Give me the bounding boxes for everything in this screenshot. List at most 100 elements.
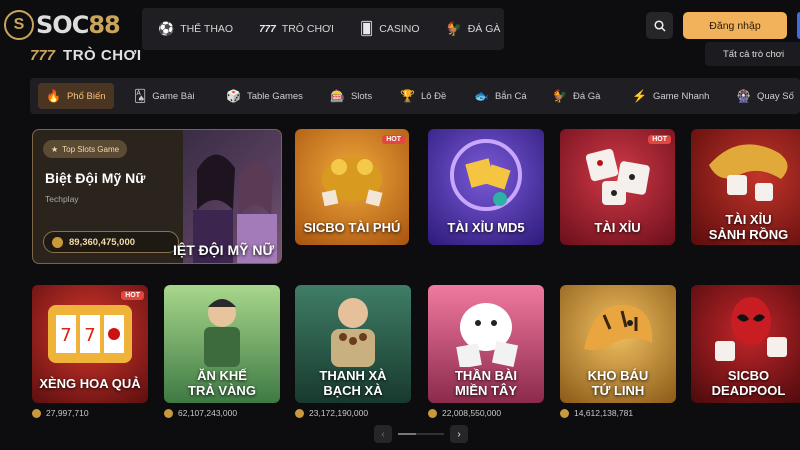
featured-jackpot: 89,360,475,000 [43,231,179,253]
brand-logo[interactable]: S SOC88 [4,10,121,40]
nav-item-tro-choi[interactable]: 777 TRÒ CHƠI [259,23,334,35]
coin-icon [52,236,63,248]
tab-lo-de[interactable]: 🏆 Lô Đề [392,83,454,109]
tab-label: Table Games [246,90,303,102]
game-title-line1: ĂN KHẾ [197,368,247,383]
table-icon: 🎲 [226,89,241,103]
featured-game-provider: Techplay [45,194,79,204]
jackpot-value: 22,008,550,000 [442,408,502,418]
game-title: TÀI XỈU [594,220,641,235]
fish-icon: 🐟 [474,89,489,103]
tab-label: Lô Đề [420,90,447,102]
search-icon [653,19,666,32]
jackpot-row: 62,107,243,000 [164,408,237,418]
wheel-icon: 🎡 [736,89,751,103]
tab-label: Slots [350,90,373,102]
tab-pho-bien[interactable]: 🔥 Phổ Biến [38,83,114,109]
coin-icon [560,408,569,418]
flame-icon: 🔥 [46,89,61,103]
game-title-line1: TÀI XỈU [725,212,772,227]
game-title-line1: THẦN BÀI [454,368,518,383]
svg-text:7: 7 [60,325,71,346]
game-title-line2: SẢNH RỒNG [708,227,789,242]
logo-emblem-icon: S [4,10,34,40]
nav-item-da-ga[interactable]: 🐓 ĐÁ GÀ [446,21,501,37]
game-title-line1: KHO BÁU [587,368,649,383]
tab-quay-so[interactable]: 🎡 Quay Số [728,83,800,109]
tab-slots[interactable]: 🎰 Slots [322,83,380,109]
cards-icon: 🂡 [134,89,147,103]
pager-progress-fill [398,433,417,435]
tiger-art [584,304,653,351]
rooster-icon: 🐓 [552,89,567,103]
slot-machine-art: 7 7 [48,305,132,363]
nav-item-casino[interactable]: 🂠 CASINO [360,21,420,37]
category-tabs: 🔥 Phổ Biến 🂡 Game Bài 🎲 Table Games 🎰 Sl… [30,78,800,114]
prev-page-button[interactable]: ‹ [374,425,392,443]
all-games-button[interactable]: Tất cả trò chơi [705,42,800,66]
tab-label: Phổ Biến [66,90,106,102]
tab-label: Game Bài [152,90,195,102]
tab-ban-ca[interactable]: 🐟 Bắn Cá [466,83,535,109]
featured-game-card[interactable]: ★ Top Slots Game Biệt Đội Mỹ Nữ Techplay… [32,129,282,264]
game-card-an-khe-tra-vang[interactable]: ĂN KHẾ TRẢ VÀNG [164,285,280,403]
nav-label: THỂ THAO [180,23,234,35]
featured-game-name: Biệt Đội Mỹ Nữ [45,170,146,186]
lightning-icon: ⚡ [632,89,647,103]
game-card-thanh-xa-bach-xa[interactable]: THANH XÀ BẠCH XÀ [295,285,411,403]
top-slots-badge: ★ Top Slots Game [43,140,128,158]
coin-icon [32,408,41,418]
game-title-line1: THANH XÀ [319,368,387,383]
game-card-tai-xiu-md5[interactable]: TÀI XỈU MD5 [428,129,544,245]
game-title-line2: TRẢ VÀNG [188,383,256,398]
game-card-than-bai-mien-tay[interactable]: THẦN BÀI MIỀN TÂY [428,285,544,403]
section-header: 777 TRÒ CHƠI [30,44,142,66]
game-card-sicbo-deadpool[interactable]: SICBO DEADPOOL [691,285,800,403]
tab-game-nhanh[interactable]: ⚡ Game Nhanh [624,83,717,109]
carousel-pager: ‹ › [374,425,468,443]
next-page-button[interactable]: › [450,425,468,443]
game-title-line1: SICBO [727,368,770,383]
dragon-dice-art [709,144,788,201]
tab-game-bai[interactable]: 🂡 Game Bài [126,83,203,109]
jackpot-value: 27,997,710 [46,408,89,418]
game-card-sicbo-tai-phu[interactable]: HOT SICBO TÀI PHÚ [295,129,409,245]
tab-label: Quay Số [756,90,794,102]
hot-badge: HOT [648,135,671,144]
nav-label: ĐÁ GÀ [467,23,501,35]
pager-progress-track [398,433,444,435]
game-card-kho-bau-tu-linh[interactable]: KHO BÁU TỨ LINH [560,285,676,403]
tab-da-ga[interactable]: 🐓 Đá Gà [544,83,608,109]
farmer-art [204,299,240,367]
svg-text:7: 7 [84,325,95,346]
game-card-tai-xiu[interactable]: HOT TÀI XỈU [560,129,675,245]
game-title: TÀI XỈU MD5 [447,220,525,235]
soccer-ball-icon: ⚽ [158,21,175,36]
game-title-line2: DEADPOOL [711,383,786,398]
coin-icon [428,408,437,418]
game-card-tai-xiu-sanh-rong[interactable]: TÀI XỈU SẢNH RỒNG [691,129,800,245]
jackpot-row: 27,997,710 [32,408,89,418]
game-title: SICBO TÀI PHÚ [303,220,401,235]
nav-item-the-thao[interactable]: ⚽ THỂ THAO [158,21,233,37]
tab-label: Bắn Cá [494,90,527,102]
jackpot-value: 62,107,243,000 [178,408,238,418]
login-button[interactable]: Đăng nhập [683,12,787,39]
game-title-line2: BẠCH XÀ [323,383,383,398]
deadpool-art [715,297,787,361]
jackpot-value: 89,360,475,000 [69,236,136,248]
casino-chip-icon: 🂠 [359,21,374,36]
coin-icon [164,408,173,418]
tab-table-games[interactable]: 🎲 Table Games [218,83,311,109]
nav-label: TRÒ CHƠI [281,23,334,35]
monk-art [331,298,375,367]
game-title-line2: MIỀN TÂY [454,383,518,398]
page: S SOC88 ⚽ THỂ THAO 777 TRÒ CHƠI 🂠 CASINO… [0,0,800,450]
game-card-xeng-hoa-qua[interactable]: HOT 7 7 XÈNG HOA QUẢ [32,285,148,403]
777-icon: 777 [259,23,276,35]
search-button[interactable] [646,12,673,39]
hot-badge: HOT [121,291,144,300]
logo-text: SOC88 [36,11,121,39]
tab-label: Game Nhanh [652,90,710,102]
jackpot-value: 23,172,190,000 [309,408,369,418]
